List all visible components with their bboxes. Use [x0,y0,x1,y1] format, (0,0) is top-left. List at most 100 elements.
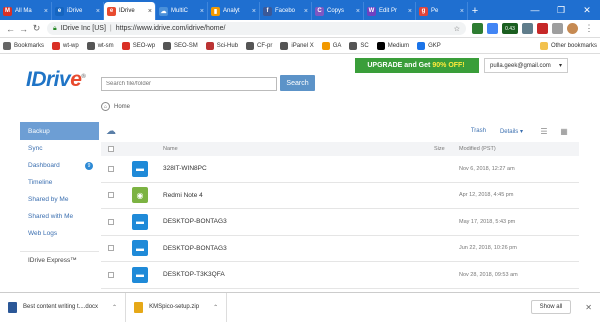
grid-view-icon[interactable]: ▦ [559,127,569,136]
browser-tab[interactable]: W Edit Pr × [364,2,416,20]
file-name[interactable]: DESKTOP-BONTAG3 [163,245,227,252]
browser-tab[interactable]: M All Ma × [0,2,52,20]
user-menu[interactable]: pulla.geek@gmail.com ▾ [484,58,568,73]
sidebar-item-idrive-express[interactable]: IDrive Express™ [20,251,99,268]
restore-icon[interactable]: ❐ [548,0,574,20]
new-tab-button[interactable]: + [468,2,482,20]
file-name[interactable]: Redmi Note 4 [163,192,203,199]
browser-tab[interactable]: e IDrive × [104,2,156,20]
sidebar-item-web-logs[interactable]: Web Logs [20,225,99,242]
upgrade-banner[interactable]: UPGRADE and Get 90% OFF! [355,58,479,73]
android-icon: ◉ [132,187,148,204]
bookmark-item[interactable]: iPanel X [280,41,314,50]
close-window-icon[interactable]: ✕ [574,0,600,20]
trash-link[interactable]: Trash [471,128,486,134]
bookmark-item[interactable]: GKP [417,41,441,50]
table-row[interactable]: ▬ DESKTOP-T3K3QFA Nov 28, 2018, 09:53 am [101,262,579,289]
column-name[interactable]: Name [163,146,178,152]
tab-close-icon[interactable]: × [460,8,464,15]
minimize-icon[interactable]: — [522,0,548,20]
bookmark-item[interactable]: wt-sm [86,41,114,50]
browser-tab[interactable]: C Copys × [312,2,364,20]
forward-icon[interactable]: → [17,24,30,34]
tab-close-icon[interactable]: × [304,8,308,15]
browser-tab[interactable]: ▮ Analyt × [208,2,260,20]
site-identity[interactable]: IDrive Inc [US] [61,25,106,32]
profile-avatar[interactable] [567,23,579,34]
tab-close-icon[interactable]: × [96,8,100,15]
sidebar-item-backup[interactable]: Backup [20,122,99,140]
chevron-up-icon[interactable]: ⌃ [213,304,218,311]
tab-close-icon[interactable]: × [148,8,152,15]
search-input[interactable] [101,77,277,91]
extension-icon[interactable] [522,23,534,34]
row-checkbox[interactable] [108,271,114,278]
browser-tab[interactable]: f Facebo × [260,2,312,20]
sidebar-item-label: Timeline [28,179,53,186]
other-bookmarks[interactable]: Other bookmarks [539,41,597,50]
row-checkbox[interactable] [108,218,114,225]
tab-close-icon[interactable]: × [200,8,204,15]
tab-favicon-icon: C [315,6,324,16]
bookmark-item[interactable]: SEO-SM [163,41,198,50]
table-row[interactable]: ▬ DESKTOP-BONTAG3 Jun 22, 2018, 10:26 pm [101,236,579,262]
bookmark-item[interactable]: Bookmarks [3,41,44,50]
select-all-checkbox[interactable] [108,146,114,152]
sidebar-item-shared-by-me[interactable]: Shared by Me [20,191,99,208]
list-view-icon[interactable]: ☰ [539,127,549,136]
reload-icon[interactable]: ↻ [30,23,43,34]
url-field[interactable]: 🔒︎ IDrive Inc [US] | https://www.idrive.… [47,22,467,35]
bookmark-icon [121,41,130,50]
details-dropdown[interactable]: Details ▾ [500,128,523,135]
row-checkbox[interactable] [108,165,114,172]
row-checkbox[interactable] [108,192,114,199]
table-row[interactable]: ▬ 328IT-WIN8PC Nov 6, 2018, 12:27 am [101,156,579,183]
bookmark-item[interactable]: SC [349,41,369,50]
bookmark-item[interactable]: CF-pr [246,41,272,50]
download-item[interactable]: KMSpico-setup.zip ⌃ [126,292,228,322]
browser-tab[interactable]: e iDrive × [52,2,104,20]
extension-icon[interactable] [537,23,549,34]
back-icon[interactable]: ← [4,24,17,34]
extension-icon[interactable] [487,23,499,34]
sidebar-item-timeline[interactable]: Timeline [20,174,99,191]
tab-close-icon[interactable]: × [356,8,360,15]
tab-close-icon[interactable]: × [408,8,412,15]
bookmark-label: iPanel X [291,42,314,49]
cloud-upload-icon[interactable]: ☁ [106,126,116,137]
row-checkbox[interactable] [108,245,114,252]
extension-badge[interactable]: 0.43 [502,23,519,34]
column-size[interactable]: Size [434,146,445,152]
close-downloads-icon[interactable]: ✕ [585,303,592,312]
file-name[interactable]: DESKTOP-BONTAG3 [163,218,227,225]
sidebar-item-sync[interactable]: Sync [20,140,99,157]
url-text[interactable]: https://www.idrive.com/idrive/home/ [116,25,226,32]
bookmark-item[interactable]: Sci-Hub [205,41,238,50]
bookmark-item[interactable]: SEO-wp [121,41,155,50]
bookmark-item[interactable]: wt-wp [52,41,79,50]
download-item[interactable]: Best content writing t....docx ⌃ [0,292,127,322]
search-button[interactable]: Search [280,75,315,91]
browser-tab[interactable]: g Pe × [416,2,468,20]
tab-close-icon[interactable]: × [44,8,48,15]
browser-tab[interactable]: ☁ MultiC × [156,2,208,20]
chevron-up-icon[interactable]: ⌃ [112,304,117,311]
breadcrumb[interactable]: ⌂ Home [101,102,130,111]
table-row[interactable]: ◉ Redmi Note 4 Apr 12, 2018, 4:45 pm [101,183,579,209]
sidebar-item-dashboard[interactable]: Dashboard 9 [20,157,99,174]
extension-icon[interactable] [552,23,564,34]
sidebar-item-label: Backup [28,127,50,135]
bookmark-item[interactable]: Medium [376,41,409,50]
table-row[interactable]: ▬ DESKTOP-BONTAG3 May 17, 2018, 5:43 pm [101,209,579,236]
file-name[interactable]: 328IT-WIN8PC [163,165,207,172]
show-all-button[interactable]: Show all [530,300,572,314]
file-name[interactable]: DESKTOP-T3K3QFA [163,271,225,278]
bookmark-star-icon[interactable]: ☆ [454,25,460,33]
tab-close-icon[interactable]: × [252,8,256,15]
sidebar-item-shared-with-me[interactable]: Shared with Me [20,208,99,225]
column-modified[interactable]: Modified (PST) [459,146,496,152]
extension-icon[interactable] [472,23,484,34]
idrive-logo[interactable]: IDrive® [26,68,86,92]
bookmark-item[interactable]: GA [321,41,341,50]
menu-icon[interactable]: ⋮ [582,23,596,34]
